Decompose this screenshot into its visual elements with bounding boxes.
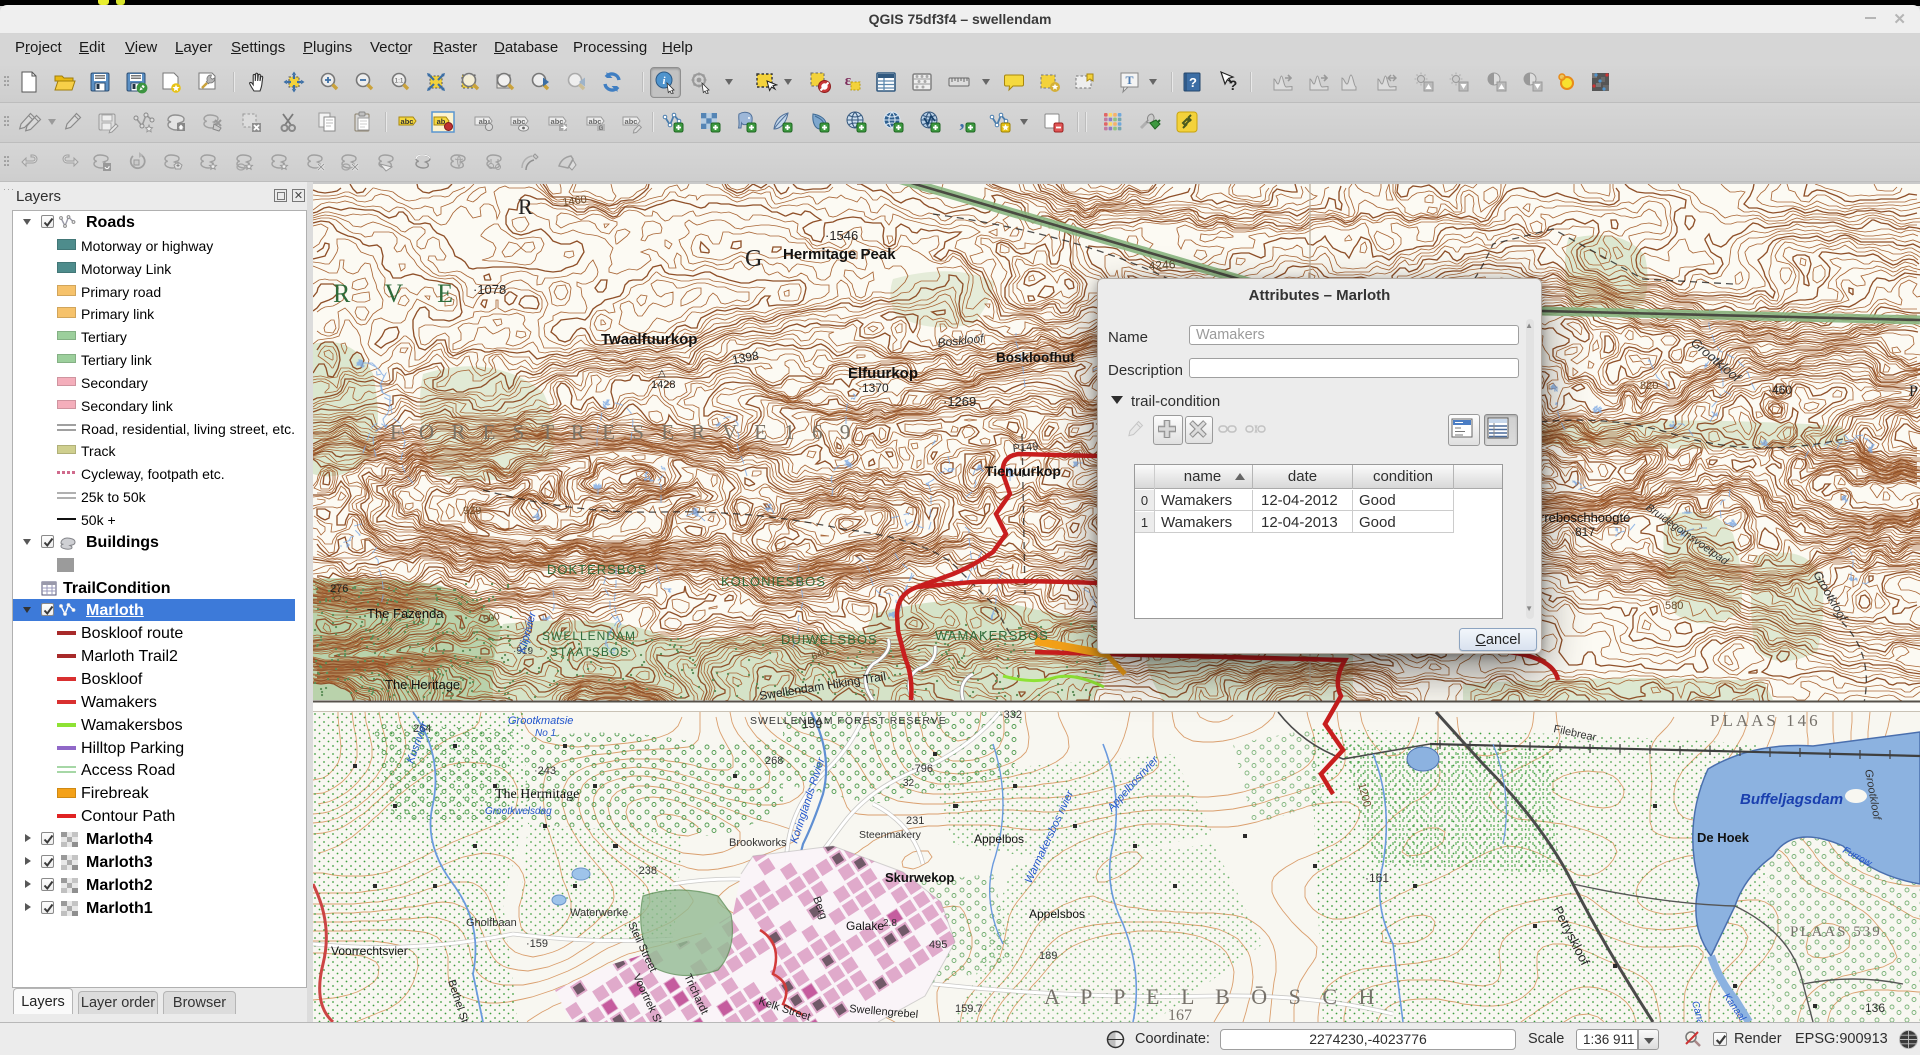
svg-text:R: R: [518, 194, 533, 219]
svg-text:SWELLENDAM: SWELLENDAM: [542, 629, 636, 643]
svg-text:The Fazenda: The Fazenda: [367, 606, 444, 621]
svg-text:Galakе: Galakе: [846, 919, 884, 933]
svg-text:·1078: ·1078: [473, 282, 506, 297]
svg-text:Gholfbaan: Gholfbaan: [466, 917, 517, 929]
svg-text:P: P: [1909, 383, 1918, 400]
svg-text:167: 167: [1168, 1007, 1192, 1022]
svg-text:rreboschhoogte: rreboschhoogte: [1540, 510, 1630, 525]
svg-text:WAMAKERSBOS: WAMAKERSBOS: [935, 628, 1049, 643]
svg-text:276: 276: [330, 583, 348, 595]
svg-text:Grootkmatsie: Grootkmatsie: [508, 715, 573, 727]
svg-text:·817: ·817: [1571, 525, 1595, 539]
svg-text:·1269: ·1269: [943, 394, 976, 409]
svg-text:Waterwerke: Waterwerke: [570, 907, 628, 919]
svg-text:1428: 1428: [651, 379, 675, 391]
svg-text:No 1: No 1: [535, 728, 556, 739]
svg-text:The Hermitage: The Hermitage: [495, 787, 579, 802]
svg-text:Voorrechtsvier: Voorrechtsvier: [331, 944, 408, 958]
svg-text:Skurwekop: Skurwekop: [885, 870, 954, 885]
svg-text:PLAAS 146: PLAAS 146: [1710, 711, 1821, 730]
svg-text:929: 929: [463, 505, 481, 517]
svg-text:Tienuurkop: Tienuurkop: [985, 463, 1061, 479]
svg-text:189: 189: [1039, 950, 1057, 962]
svg-text:·238: ·238: [635, 865, 657, 877]
svg-text:Twaalfuurkop: Twaalfuurkop: [601, 331, 697, 348]
svg-text:·1370: ·1370: [858, 381, 889, 395]
svg-text:STAATSBOS: STAATSBOS: [550, 645, 629, 659]
svg-text:KOLONIESBOS: KOLONIESBOS: [721, 574, 826, 589]
svg-text:The Heritage: The Heritage: [385, 677, 460, 692]
svg-text:abc: abc: [401, 117, 414, 126]
svg-text:,: ,: [960, 110, 965, 132]
svg-text:R V E: R V E: [333, 279, 467, 308]
svg-text:820: 820: [1640, 380, 1658, 392]
svg-text:Hermitage Peak: Hermitage Peak: [783, 246, 896, 263]
svg-text:·332: ·332: [1000, 709, 1022, 721]
svg-text:4246: 4246: [1148, 257, 1176, 273]
svg-text:580: 580: [1665, 600, 1683, 612]
svg-text:·161: ·161: [1365, 871, 1389, 885]
svg-text:Brookworks: Brookworks: [729, 837, 787, 849]
svg-text:SWELLENDAM FOREST RESERVE: SWELLENDAM FOREST RESERVE: [750, 715, 947, 727]
svg-text:DUIWELSBOS: DUIWELSBOS: [781, 632, 878, 647]
svg-text:159.7: 159.7: [955, 1003, 983, 1015]
svg-text:Boskloofhut: Boskloofhut: [996, 350, 1075, 365]
svg-text:·796: ·796: [911, 763, 933, 775]
svg-text:159: 159: [802, 717, 822, 731]
svg-text:△: △: [658, 368, 666, 379]
svg-text:1:1: 1:1: [394, 78, 403, 85]
svg-text:P149: P149: [1012, 441, 1039, 455]
svg-text:G: G: [599, 126, 604, 132]
svg-text:PLAAS 539: PLAAS 539: [1790, 924, 1882, 940]
svg-text:?: ?: [1189, 75, 1197, 90]
svg-text:268: 268: [765, 755, 783, 767]
svg-text:·159: ·159: [526, 938, 548, 950]
svg-text:231: 231: [906, 815, 924, 827]
svg-text:G: G: [745, 246, 762, 272]
svg-text:Steenmakery: Steenmakery: [859, 829, 922, 841]
svg-text:·460: ·460: [1768, 383, 1792, 397]
svg-text:495: 495: [929, 939, 947, 951]
svg-text:·136: ·136: [1861, 1001, 1885, 1015]
svg-text:abc: abc: [625, 117, 638, 126]
svg-text:·243: ·243: [534, 765, 556, 777]
svg-text:?: ?: [1229, 77, 1238, 93]
svg-text:Appelbos: Appelbos: [974, 832, 1024, 846]
svg-text:32: 32: [903, 778, 915, 789]
svg-text:De Hoek: De Hoek: [1697, 830, 1750, 845]
svg-text:F O R E S T R E S E R V E 1: F O R E S T R E S E R V E 1 6 9: [390, 420, 856, 444]
svg-text:·1546: ·1546: [825, 228, 858, 243]
svg-text:Grootkwelsdag: Grootkwelsdag: [485, 806, 552, 817]
svg-text:DOKTERSBOS: DOKTERSBOS: [547, 562, 647, 577]
svg-text:Appelsbos: Appelsbos: [1029, 907, 1085, 921]
svg-text:T: T: [1125, 73, 1133, 87]
svg-text:Elfuurkop: Elfuurkop: [848, 365, 918, 382]
svg-text:A P P E L B Ō S C H: A P P E L B Ō S C H: [1044, 984, 1382, 1009]
svg-text:Buffeljagsdam: Buffeljagsdam: [1740, 791, 1843, 808]
svg-text:2.8: 2.8: [883, 918, 897, 929]
